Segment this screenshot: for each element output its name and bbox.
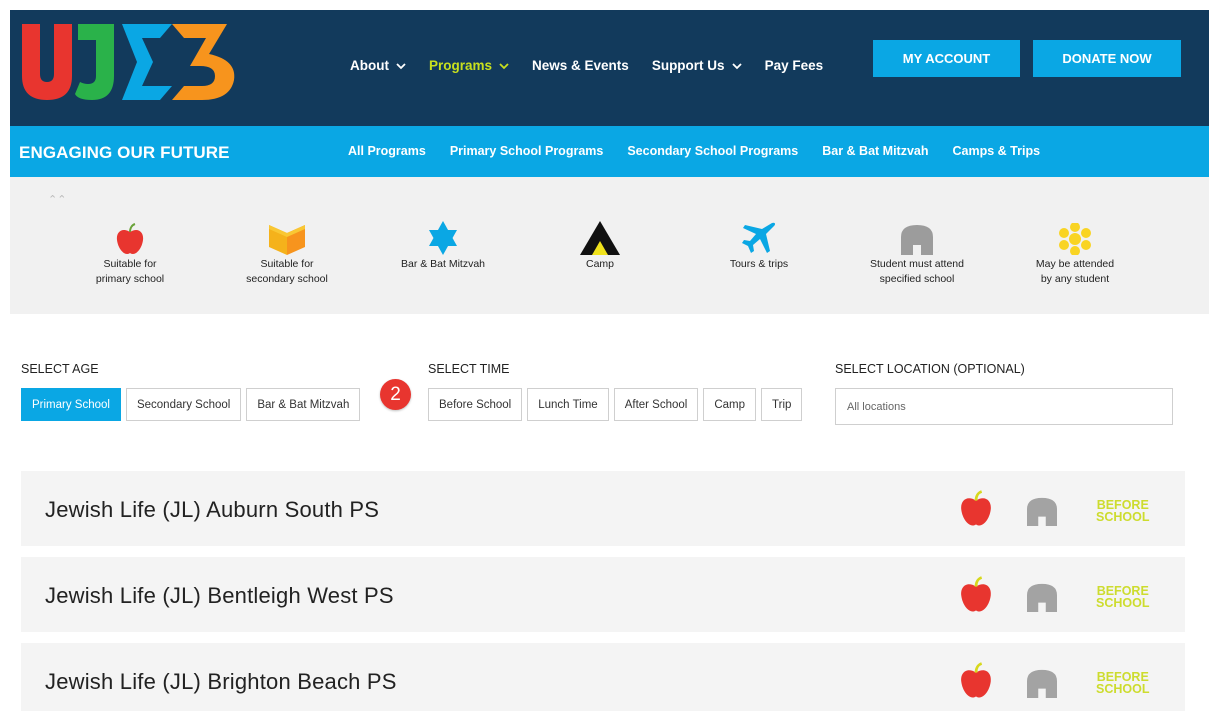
time-badge-line2: SCHOOL	[1096, 596, 1150, 610]
house-icon	[901, 225, 933, 255]
location-filter: SELECT LOCATION (OPTIONAL) All locations	[835, 362, 1173, 425]
legend-camp: Camp	[525, 221, 675, 272]
legend-secondary-school: Suitable for secondary school	[212, 221, 362, 287]
legend-bar-bat-mitzvah: Bar & Bat Mitzvah	[368, 221, 518, 272]
tent-icon	[580, 221, 620, 255]
star-of-david-icon	[429, 221, 457, 255]
chevron-down-icon	[499, 62, 509, 69]
age-bar-bat-mitzvah-button[interactable]: Bar & Bat Mitzvah	[246, 388, 361, 421]
legend-line1: Tours & trips	[729, 258, 789, 270]
time-camp-button[interactable]: Camp	[703, 388, 757, 421]
nav-programs[interactable]: Programs	[429, 58, 509, 73]
location-filter-label: SELECT LOCATION (OPTIONAL)	[835, 362, 1025, 376]
ujeb-logo[interactable]	[22, 24, 237, 100]
subnav-secondary-school-programs[interactable]: Secondary School Programs	[627, 144, 798, 158]
legend-tours-trips: Tours & trips	[684, 221, 834, 272]
legend-line2: primary school	[95, 273, 165, 285]
nav-news-events[interactable]: News & Events	[532, 58, 629, 73]
plane-icon	[742, 222, 776, 253]
subnav-camps-trips[interactable]: Camps & Trips	[953, 144, 1041, 158]
nav-pay-fees-label: Pay Fees	[764, 58, 824, 73]
nav-news-events-label: News & Events	[532, 58, 629, 73]
nav-about[interactable]: About	[350, 58, 406, 73]
time-after-school-button[interactable]: After School	[613, 388, 699, 421]
time-filter-label: SELECT TIME	[428, 362, 510, 376]
apple-icon	[961, 576, 991, 612]
legend-line1: Suitable for	[103, 258, 157, 270]
nav-support-us[interactable]: Support Us	[652, 58, 742, 73]
apple-icon	[116, 223, 144, 254]
nav-pay-fees[interactable]: Pay Fees	[765, 58, 824, 73]
subnav-primary-school-programs[interactable]: Primary School Programs	[450, 144, 604, 158]
section-tagline: ENGAGING OUR FUTURE	[19, 143, 230, 162]
age-secondary-school-button[interactable]: Secondary School	[125, 388, 242, 421]
subnav-all-programs[interactable]: All Programs	[348, 144, 426, 158]
time-trip-button[interactable]: Trip	[761, 388, 803, 421]
time-badge-line2: SCHOOL	[1096, 682, 1150, 696]
legend-line1: Bar & Bat Mitzvah	[400, 258, 486, 270]
apple-icon	[961, 490, 991, 526]
chevron-down-icon	[396, 62, 406, 69]
legend-primary-school: Suitable for primary school	[55, 221, 205, 287]
subnav-bar-bat-mitzvah[interactable]: Bar & Bat Mitzvah	[822, 144, 928, 158]
apple-icon	[961, 662, 991, 698]
legend-line1: May be attended	[1035, 258, 1115, 270]
legend-any-student: May be attended by any student	[1000, 221, 1150, 287]
program-row[interactable]: Jewish Life (JL) Bentleigh West PS BEFOR…	[21, 557, 1185, 632]
time-badge-line2: SCHOOL	[1096, 510, 1150, 524]
asterisk-icon	[1059, 223, 1091, 255]
location-select[interactable]: All locations	[835, 388, 1173, 425]
program-row[interactable]: Jewish Life (JL) Auburn South PS BEFORE S…	[21, 471, 1185, 546]
house-icon	[1027, 583, 1057, 612]
programs-subnav-bar: ENGAGING OUR FUTURE All Programs Primary…	[10, 126, 1209, 177]
age-filter: SELECT AGE Primary School Secondary Scho…	[21, 362, 361, 421]
time-filter: SELECT TIME Before School Lunch Time Aft…	[428, 362, 803, 421]
nav-support-us-label: Support Us	[651, 58, 725, 73]
legend-line2: by any student	[1040, 273, 1110, 285]
house-icon	[1027, 669, 1057, 698]
icon-legend: ⌃⌃ Suitable for primary school Suitable …	[10, 177, 1209, 314]
time-badge: BEFORE SCHOOL	[1096, 671, 1150, 696]
donate-now-button[interactable]: DONATE NOW	[1033, 40, 1181, 77]
time-lunch-time-button[interactable]: Lunch Time	[527, 388, 609, 421]
legend-line1: Camp	[585, 258, 614, 270]
nav-about-label: About	[350, 58, 389, 73]
book-icon	[269, 225, 305, 255]
program-title[interactable]: Jewish Life (JL) Auburn South PS	[45, 497, 379, 523]
legend-line1: Student must attend	[870, 258, 964, 270]
house-icon	[1027, 497, 1057, 526]
program-title[interactable]: Jewish Life (JL) Brighton Beach PS	[45, 669, 397, 695]
legend-line2: specified school	[879, 273, 955, 285]
time-badge: BEFORE SCHOOL	[1096, 585, 1150, 610]
annotation-marker: 2	[380, 379, 411, 410]
legend-line2: secondary school	[246, 273, 328, 285]
nav-programs-label: Programs	[428, 58, 493, 73]
legend-specified-school: Student must attend specified school	[842, 221, 992, 287]
legend-line1: Suitable for	[260, 258, 314, 270]
collapse-up-icon[interactable]: ⌃⌃	[48, 193, 66, 206]
site-header: About Programs News & Events Support Us …	[10, 10, 1209, 126]
age-primary-school-button[interactable]: Primary School	[21, 388, 121, 421]
time-before-school-button[interactable]: Before School	[428, 388, 523, 421]
program-title[interactable]: Jewish Life (JL) Bentleigh West PS	[45, 583, 394, 609]
main-nav: About Programs News & Events Support Us …	[350, 58, 846, 73]
programs-subnav: All Programs Primary School Programs Sec…	[348, 144, 1064, 158]
time-badge: BEFORE SCHOOL	[1096, 499, 1150, 524]
my-account-button[interactable]: MY ACCOUNT	[873, 40, 1020, 77]
chevron-down-icon	[731, 62, 742, 69]
age-filter-label: SELECT AGE	[21, 362, 99, 376]
program-row[interactable]: Jewish Life (JL) Brighton Beach PS BEFOR…	[21, 643, 1185, 711]
